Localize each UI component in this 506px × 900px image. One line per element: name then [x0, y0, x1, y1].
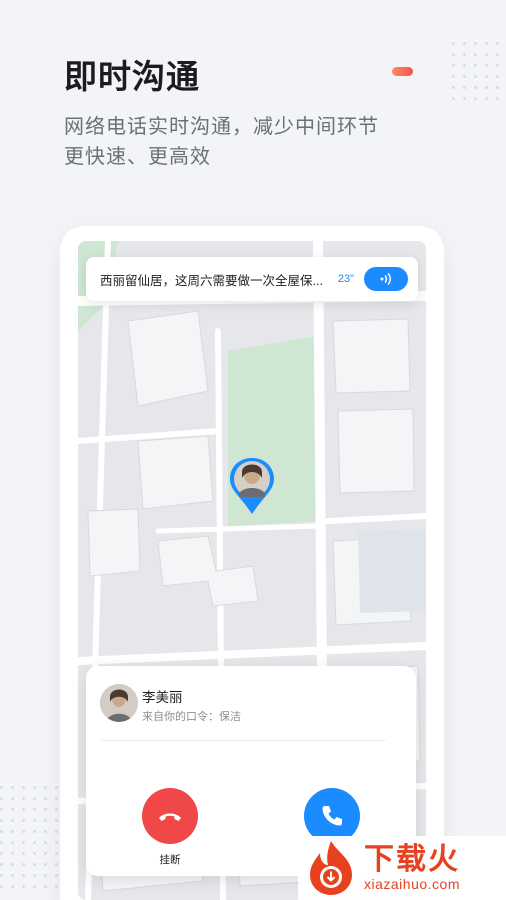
subtitle-line-1: 网络电话实时沟通，减少中间环节	[64, 116, 379, 138]
subtitle-line-2: 更快速、更高效	[64, 146, 211, 168]
accent-pill	[392, 67, 413, 76]
location-pin[interactable]	[228, 456, 276, 516]
voice-notice-card[interactable]: 西丽留仙居，这周六需要做一次全屋保... 23"	[86, 257, 418, 301]
phone-answer-icon	[322, 806, 342, 826]
watermark-text: 下载火 xiazaihuo.com	[364, 843, 460, 893]
hangup-button[interactable]	[142, 788, 198, 844]
avatar	[100, 684, 138, 722]
fire-logo-icon	[310, 841, 352, 895]
notice-duration: 23"	[337, 273, 354, 285]
divider	[100, 740, 386, 741]
voice-play-button[interactable]	[364, 267, 408, 291]
subtitle: 网络电话实时沟通，减少中间环节 更快速、更高效	[64, 112, 424, 172]
caller-name: 李美丽	[142, 690, 183, 705]
sound-wave-icon	[380, 272, 391, 286]
headline: 即时沟通	[64, 58, 200, 95]
watermark: 下载火 xiazaihuo.com	[298, 836, 506, 900]
watermark-url: xiazaihuo.com	[364, 876, 460, 892]
decor-dots-bottom-left	[0, 786, 58, 888]
hangup-label: 挂断	[159, 854, 181, 866]
caller-source: 来自你的口令：保洁	[142, 711, 241, 723]
decor-dots-top-right	[452, 42, 506, 100]
watermark-title: 下载火	[364, 843, 460, 876]
phone-hangup-icon	[159, 813, 181, 821]
notice-message: 西丽留仙居，这周六需要做一次全屋保...	[100, 273, 323, 288]
